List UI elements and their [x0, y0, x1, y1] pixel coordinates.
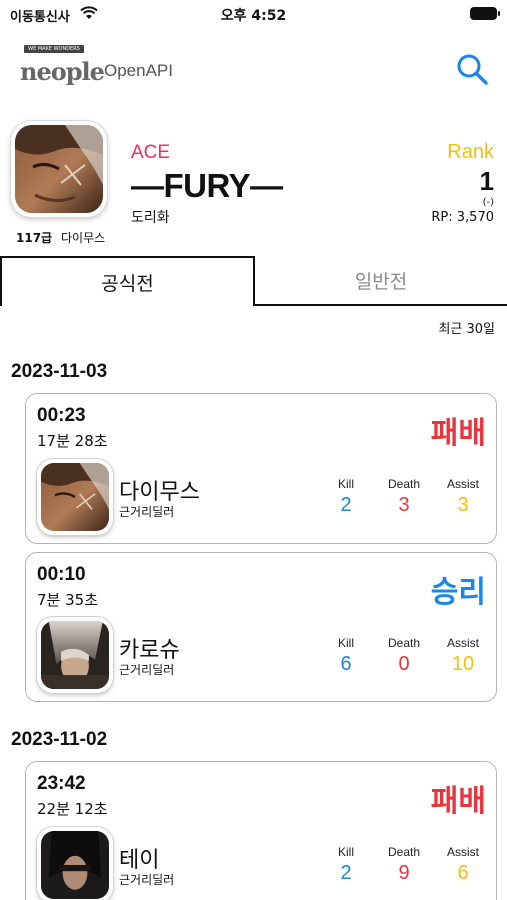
match-time: 00:23 — [37, 405, 86, 426]
kill-value: 2 — [340, 862, 352, 884]
death-value: 9 — [398, 862, 410, 884]
match-duration: 22분 12초 — [37, 800, 108, 818]
match-result: 승리 — [430, 575, 486, 610]
death-label: Death — [387, 636, 421, 650]
assist-value: 3 — [457, 494, 469, 516]
status-time: 오후 4:52 — [220, 8, 287, 24]
main-character-name: 다이무스 — [61, 231, 106, 245]
match-result: 패배 — [430, 416, 486, 451]
search-icon — [457, 54, 488, 85]
logo-wordmark: neople — [20, 57, 105, 86]
battery-icon — [470, 7, 500, 20]
match-date-header: 2023-11-03 — [11, 361, 108, 382]
match-card[interactable]: 23:42 22분 12초 패배 테이 근거리딜러 Kill 2 Death 9… — [25, 761, 497, 900]
tab-normal-match[interactable]: 일반전 — [255, 256, 507, 306]
kill-value: 6 — [340, 653, 352, 675]
death-stat: Death 0 — [374, 636, 434, 676]
assist-value: 6 — [457, 862, 469, 884]
match-character-name: 테이 — [119, 848, 160, 873]
death-label: Death — [387, 477, 421, 491]
death-stat: Death 9 — [374, 845, 434, 885]
kill-label: Kill — [337, 845, 354, 859]
match-character-avatar — [37, 617, 113, 693]
player-level: 117급 — [16, 231, 53, 245]
search-button[interactable] — [455, 52, 489, 86]
match-card[interactable]: 00:23 17분 28초 패배 다이무스 근거리딜러 Kill 2 Death… — [25, 393, 497, 544]
assist-label: Assist — [446, 636, 479, 650]
match-character-role: 근거리딜러 — [119, 505, 175, 519]
death-label: Death — [387, 845, 421, 859]
match-character-avatar — [37, 459, 113, 535]
kill-label: Kill — [337, 477, 354, 491]
death-stat: Death 3 — [374, 477, 434, 517]
rating-points: RP: 3,570 — [431, 210, 494, 225]
kill-stat: Kill 2 — [316, 477, 376, 517]
assist-label: Assist — [446, 845, 479, 859]
assist-stat: Assist 6 — [433, 845, 493, 885]
logo-openapi: OpenAPI — [104, 61, 173, 80]
character-portrait-image — [41, 831, 109, 899]
match-time: 23:42 — [37, 773, 86, 794]
logo-badge: WE MAKE WONDERS — [24, 45, 84, 53]
match-duration: 7분 35초 — [37, 591, 98, 609]
character-portrait-image — [15, 125, 103, 213]
match-result: 패배 — [430, 784, 486, 819]
match-character-name: 다이무스 — [119, 480, 200, 505]
assist-stat: Assist 3 — [433, 477, 493, 517]
match-character-name: 카로슈 — [119, 638, 180, 663]
status-bar: 이동통신사 오후 4:52 — [0, 0, 507, 30]
death-value: 0 — [398, 653, 410, 675]
kill-stat: Kill 2 — [316, 845, 376, 885]
rank-change: (-) — [482, 197, 494, 208]
match-duration: 17분 28초 — [37, 432, 108, 450]
assist-value: 10 — [451, 653, 475, 675]
player-nickname: —FURY— — [131, 167, 283, 204]
period-filter[interactable]: 최근 30일 — [438, 318, 495, 337]
rank-label: Rank — [447, 141, 494, 163]
tab-official-match[interactable]: 공식전 — [0, 256, 255, 306]
neople-openapi-logo: WE MAKE WONDERS neople OpenAPI — [20, 45, 190, 90]
match-time: 00:10 — [37, 564, 86, 585]
assist-label: Assist — [446, 477, 479, 491]
server-name: 도리화 — [131, 210, 170, 226]
guild-name: ACE — [131, 142, 171, 163]
character-avatar — [11, 121, 107, 217]
match-character-role: 근거리딜러 — [119, 663, 175, 677]
death-value: 3 — [398, 494, 410, 516]
match-character-role: 근거리딜러 — [119, 873, 175, 887]
kill-stat: Kill 6 — [316, 636, 376, 676]
character-portrait-image — [41, 463, 109, 531]
match-card[interactable]: 00:10 7분 35초 승리 카로슈 근거리딜러 Kill 6 Death 0… — [25, 552, 497, 702]
rank-value: 1 — [479, 166, 494, 196]
kill-label: Kill — [337, 636, 354, 650]
assist-stat: Assist 10 — [433, 636, 493, 676]
match-character-avatar — [37, 827, 113, 900]
match-date-header: 2023-11-02 — [11, 729, 108, 750]
character-portrait-image — [41, 621, 109, 689]
kill-value: 2 — [340, 494, 352, 516]
